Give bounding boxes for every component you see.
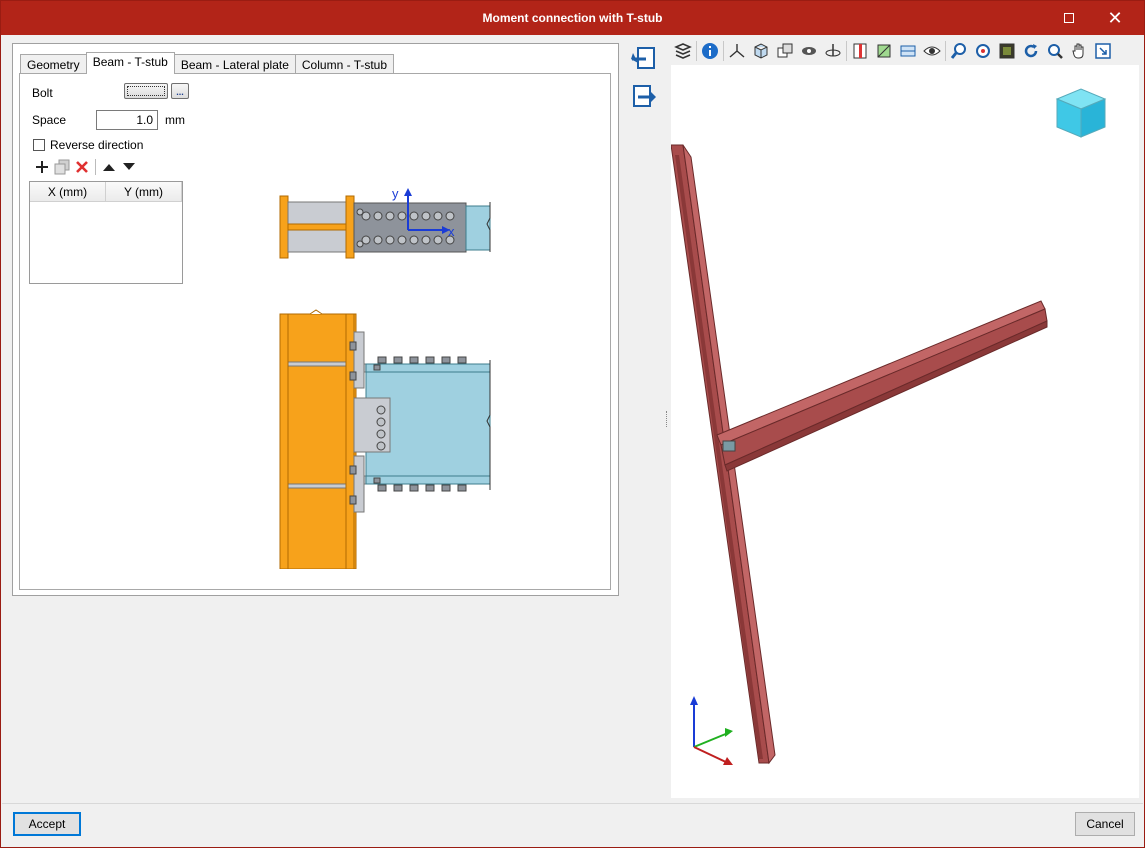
bolt-coordinates-table[interactable]: X (mm) Y (mm) <box>29 181 183 284</box>
clip-plane-icon[interactable] <box>872 40 896 62</box>
viewer-toolbar <box>671 38 1141 64</box>
section-icon[interactable] <box>848 40 872 62</box>
grid-plane-icon[interactable] <box>896 40 920 62</box>
close-button[interactable]: ✕ <box>1092 1 1138 35</box>
fullscreen-icon[interactable] <box>1091 40 1115 62</box>
zoom-all-icon[interactable] <box>971 40 995 62</box>
export-arrow-icon[interactable] <box>630 83 658 111</box>
zoom-window-icon[interactable] <box>995 40 1019 62</box>
beam-3d <box>716 300 1048 472</box>
button-bar: Accept Cancel <box>2 803 1143 847</box>
table-toolbar <box>32 158 139 176</box>
beam-flange-top <box>465 205 491 251</box>
tab-beam-lateral-plate[interactable]: Beam - Lateral plate <box>173 54 296 74</box>
dialog-window: Moment connection with T-stub ✕ Geometry… <box>0 0 1145 848</box>
dialog-body: Geometry Beam - T-stub Beam - Lateral pl… <box>2 35 1143 803</box>
axis-x-label: x <box>448 224 455 239</box>
left-panel: Geometry Beam - T-stub Beam - Lateral pl… <box>12 43 619 596</box>
column-header-x[interactable]: X (mm) <box>30 182 106 201</box>
space-input[interactable]: 1.0 <box>96 110 158 130</box>
3d-viewport[interactable] <box>670 65 1139 798</box>
axes-triad-icon <box>690 696 733 765</box>
move-up-icon[interactable] <box>99 158 119 176</box>
reverse-direction-label[interactable]: Reverse direction <box>50 138 143 152</box>
space-label: Space <box>32 113 67 127</box>
refresh-icon[interactable] <box>1019 40 1043 62</box>
tab-beam-t-stub[interactable]: Beam - T-stub <box>85 52 175 74</box>
axis-y-label: y <box>392 186 399 201</box>
import-arrow-icon[interactable] <box>630 45 658 73</box>
cube-view-icon[interactable] <box>749 40 773 62</box>
zoom-previous-icon[interactable] <box>947 40 971 62</box>
close-icon: ✕ <box>1107 7 1123 28</box>
accept-button[interactable]: Accept <box>13 812 81 836</box>
column-elevation <box>279 313 357 569</box>
visibility-icon[interactable] <box>920 40 944 62</box>
zoom-icon[interactable] <box>1043 40 1067 62</box>
tab-page-beam-t-stub: Bolt ... Space 1.0 mm Reverse direction <box>19 73 611 590</box>
title-bar[interactable]: Moment connection with T-stub ✕ <box>1 1 1144 35</box>
column-flange-top <box>279 195 289 259</box>
add-icon[interactable] <box>32 158 52 176</box>
move-down-icon[interactable] <box>119 158 139 176</box>
reverse-direction-checkbox[interactable] <box>33 139 45 151</box>
bolt-label: Bolt <box>32 86 53 100</box>
view-cube-icon[interactable] <box>1055 88 1107 138</box>
pan-hand-icon[interactable] <box>1067 40 1091 62</box>
3d-model <box>670 88 1107 765</box>
copy-icon[interactable] <box>52 158 72 176</box>
tab-bar: Geometry Beam - T-stub Beam - Lateral pl… <box>20 52 395 74</box>
render-mode-icon[interactable] <box>797 40 821 62</box>
window-title: Moment connection with T-stub <box>482 11 663 25</box>
side-icon-column <box>630 45 660 121</box>
delete-icon[interactable] <box>72 158 92 176</box>
table-header: X (mm) Y (mm) <box>30 182 182 202</box>
layers-icon[interactable] <box>671 40 695 62</box>
tab-geometry[interactable]: Geometry <box>20 54 87 74</box>
space-unit: mm <box>165 113 185 127</box>
multi-view-icon[interactable] <box>773 40 797 62</box>
maximize-button[interactable] <box>1046 1 1092 35</box>
rotate-view-icon[interactable] <box>821 40 845 62</box>
panel-splitter[interactable] <box>666 411 668 427</box>
tab-column-t-stub[interactable]: Column - T-stub <box>294 54 395 74</box>
bolt-options-button[interactable]: ... <box>171 83 189 99</box>
cancel-button[interactable]: Cancel <box>1075 812 1135 836</box>
bolt-select-button[interactable] <box>124 83 168 99</box>
axes-view-icon[interactable] <box>725 40 749 62</box>
connection-drawing: y x <box>279 186 491 569</box>
info-icon[interactable] <box>698 40 722 62</box>
column-header-y[interactable]: Y (mm) <box>106 182 182 201</box>
maximize-icon <box>1064 13 1074 23</box>
